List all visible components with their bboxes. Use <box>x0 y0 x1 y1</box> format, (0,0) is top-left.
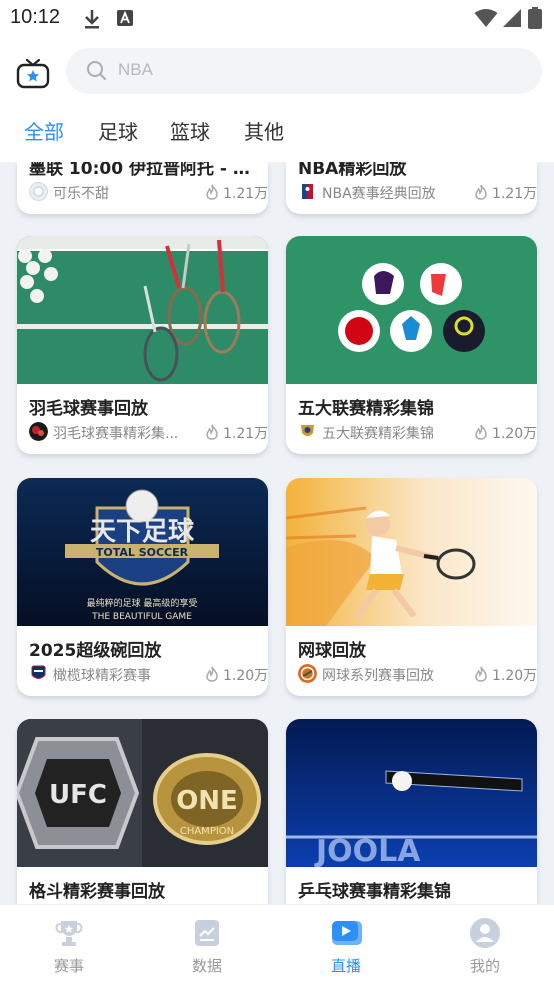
view-count: 1.21万 <box>223 426 268 442</box>
one-text: ONE <box>176 786 238 816</box>
tab-football[interactable]: 足球 <box>98 116 138 145</box>
total-soccer-slogan-cn: 最纯粹的足球 最高级的享受 <box>87 597 198 609</box>
trophy-icon <box>55 921 83 946</box>
table-tennis-image: JOOLA <box>286 719 537 867</box>
card-meta: 五大联赛精彩集锦 1.20万 <box>298 422 537 442</box>
view-count: 1.21万 <box>492 186 537 202</box>
nav-profile[interactable]: 我的 <box>416 905 554 984</box>
card-title: 乒乓球赛事精彩集锦 <box>298 882 451 902</box>
fire-icon <box>475 666 487 682</box>
notification-a-icon <box>117 10 133 26</box>
card-meta: 可乐不甜 1.21万 <box>29 182 268 202</box>
card-title: 2025超级碗回放 <box>29 641 162 661</box>
tab-basketball[interactable]: 篮球 <box>170 116 210 145</box>
view-count: 1.20万 <box>223 668 268 684</box>
nav-label: 直播 <box>330 957 361 975</box>
battery-icon <box>528 7 542 29</box>
nav-label: 我的 <box>469 957 500 975</box>
football-leagues-logos-image <box>286 236 537 384</box>
nav-label: 赛事 <box>53 957 84 975</box>
tv-icon[interactable] <box>16 58 50 90</box>
view-count: 1.21万 <box>223 186 268 202</box>
tennis-avatar-icon <box>298 664 317 683</box>
nba-logo-icon <box>298 182 317 201</box>
wifi-icon <box>474 9 498 27</box>
champion-text: CHAMPION <box>180 826 234 837</box>
video-card[interactable]: 天下足球 TOTAL SOCCER 最纯粹的足球 最高级的享受 THE BEAU… <box>17 478 268 696</box>
video-card[interactable]: 五大联赛精彩集锦 五大联赛精彩集锦 1.20万 <box>286 236 537 454</box>
card-title: NBA精彩回放 <box>298 162 407 179</box>
search-input[interactable]: NBA <box>66 48 542 94</box>
fire-icon <box>475 424 487 440</box>
card-meta: 网球系列赛事回放 1.20万 <box>298 664 537 684</box>
card-title: 羽毛球赛事回放 <box>29 399 148 419</box>
video-card[interactable]: NBA精彩回放 NBA赛事经典回放 1.21万 <box>286 162 537 214</box>
channel-name: 羽毛球赛事精彩集... <box>53 426 179 442</box>
bottom-nav: 赛事 数据 直播 我的 <box>0 904 554 984</box>
status-time: 10:12 <box>10 6 61 28</box>
search-icon <box>87 61 106 80</box>
card-title: 五大联赛精彩集锦 <box>298 399 434 419</box>
total-soccer-cn-text: 天下足球 <box>90 517 195 547</box>
view-count: 1.20万 <box>492 426 537 442</box>
tab-all[interactable]: 全部 <box>24 116 64 145</box>
nav-data[interactable]: 数据 <box>138 905 276 984</box>
nav-events[interactable]: 赛事 <box>0 905 138 984</box>
total-soccer-en-text: TOTAL SOCCER <box>96 546 189 559</box>
channel-name: 可乐不甜 <box>53 186 109 202</box>
video-card[interactable]: JOOLA 乒乓球赛事精彩集锦 <box>286 719 537 904</box>
video-card[interactable]: UFC ONE CHAMPION 格斗精彩赛事回放 <box>17 719 268 904</box>
fire-icon <box>206 666 218 682</box>
status-bar: 10:12 <box>0 0 554 40</box>
total-soccer-logo-image: 天下足球 TOTAL SOCCER 最纯粹的足球 最高级的享受 THE BEAU… <box>17 478 268 626</box>
video-feed: 墨联 10:00 伊拉普阿托 - 阿... 可乐不甜 1.21万 NBA精彩回放… <box>0 162 554 904</box>
total-soccer-slogan-en: THE BEAUTIFUL GAME <box>91 612 192 622</box>
league-crest-icon <box>298 422 317 441</box>
nav-label: 数据 <box>191 957 222 975</box>
download-icon <box>85 10 99 29</box>
badminton-avatar-icon <box>29 422 48 441</box>
fire-icon <box>206 184 218 200</box>
fire-icon <box>475 184 487 200</box>
tab-other[interactable]: 其他 <box>244 116 284 145</box>
ufc-text: UFC <box>49 780 107 810</box>
video-card[interactable]: 墨联 10:00 伊拉普阿托 - 阿... 可乐不甜 1.21万 <box>17 162 268 214</box>
header: NBA 全部 足球 篮球 其他 <box>0 40 554 162</box>
channel-name: 网球系列赛事回放 <box>322 668 434 684</box>
card-meta: 羽毛球赛事精彩集... 1.21万 <box>29 422 268 442</box>
view-count: 1.20万 <box>492 668 537 684</box>
cola-avatar-icon <box>29 182 48 201</box>
play-icon <box>332 921 362 945</box>
nav-live[interactable]: 直播 <box>277 905 415 984</box>
card-meta: 橄榄球精彩赛事 1.20万 <box>29 664 268 684</box>
search-placeholder: NBA <box>118 60 153 79</box>
channel-name: NBA赛事经典回放 <box>322 186 436 202</box>
card-meta: NBA赛事经典回放 1.21万 <box>298 182 537 202</box>
video-card[interactable]: 网球回放 网球系列赛事回放 1.20万 <box>286 478 537 696</box>
card-title: 墨联 10:00 伊拉普阿托 - 阿... <box>29 162 259 179</box>
card-title: 格斗精彩赛事回放 <box>29 882 165 902</box>
card-title: 网球回放 <box>298 641 366 661</box>
tennis-player-illustration <box>286 478 537 626</box>
channel-name: 五大联赛精彩集锦 <box>322 426 434 442</box>
joola-text: JOOLA <box>314 834 421 867</box>
video-card[interactable]: 羽毛球赛事回放 羽毛球赛事精彩集... 1.21万 <box>17 236 268 454</box>
badminton-court-image <box>17 236 268 384</box>
profile-icon <box>470 918 500 948</box>
channel-name: 橄榄球精彩赛事 <box>53 668 151 684</box>
data-icon <box>195 920 219 946</box>
fire-icon <box>206 424 218 440</box>
nfl-logo-icon <box>29 664 48 683</box>
championship-belts-image: UFC ONE CHAMPION <box>17 719 268 867</box>
signal-icon <box>503 9 521 27</box>
